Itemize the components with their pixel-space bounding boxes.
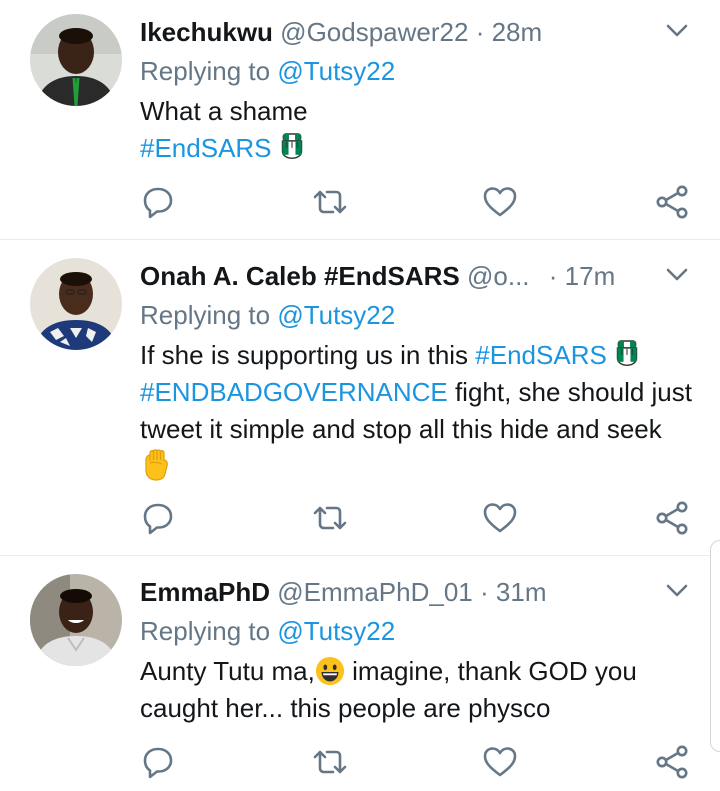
tweet-actions [0, 500, 720, 540]
reply-icon[interactable] [140, 744, 176, 780]
display-name[interactable]: Onah A. Caleb #EndSARS [140, 261, 460, 291]
retweet-icon[interactable] [312, 184, 348, 220]
hashtag-link[interactable]: #ENDBADGOVERNANCE [140, 377, 448, 407]
display-name[interactable]: EmmaPhD [140, 577, 270, 607]
reply-icon[interactable] [140, 184, 176, 220]
timestamp[interactable]: 17m [565, 261, 616, 291]
separator: · [548, 261, 558, 291]
replying-to: Replying to @Tutsy22 [140, 614, 395, 648]
share-icon[interactable] [654, 500, 690, 536]
replying-to: Replying to @Tutsy22 [140, 298, 395, 332]
replying-handle-link[interactable]: @Tutsy22 [277, 56, 395, 86]
user-handle[interactable]: @EmmaPhD_01 [277, 577, 472, 607]
tweet-text: Aunty Tutu ma, [140, 656, 315, 686]
separator: · [480, 577, 489, 607]
replying-label: Replying to [140, 300, 271, 330]
tweet-header: Ikechukwu @Godspawer22 · 28m [140, 14, 542, 50]
timestamp[interactable]: 28m [492, 17, 543, 47]
tweet-actions [0, 744, 720, 784]
tweet-body: Aunty Tutu ma, imagine, thank GOD you ca… [140, 653, 700, 727]
retweet-icon[interactable] [312, 744, 348, 780]
share-icon[interactable] [654, 744, 690, 780]
nigeria-fist-emoji [279, 131, 305, 163]
replying-label: Replying to [140, 56, 271, 86]
replying-to: Replying to @Tutsy22 [140, 54, 395, 88]
separator: · [475, 17, 485, 47]
share-icon[interactable] [654, 184, 690, 220]
raised-fist-emoji [140, 448, 172, 482]
replying-label: Replying to [140, 616, 271, 646]
chevron-down-icon[interactable] [664, 17, 690, 43]
scrollbar[interactable] [710, 540, 720, 752]
chevron-down-icon[interactable] [664, 577, 690, 603]
heart-icon[interactable] [482, 500, 518, 536]
tweet-3[interactable]: EmmaPhD @EmmaPhD_01 · 31m Replying to @T… [0, 556, 720, 791]
replying-handle-link[interactable]: @Tutsy22 [277, 300, 395, 330]
chevron-down-icon[interactable] [664, 261, 690, 287]
tweet-header: EmmaPhD @EmmaPhD_01 · 31m [140, 574, 546, 610]
display-name[interactable]: Ikechukwu [140, 17, 273, 47]
user-handle[interactable]: @o... [467, 261, 530, 291]
retweet-icon[interactable] [312, 500, 348, 536]
nigeria-fist-emoji [614, 338, 640, 370]
tweet-body: What a shame #EndSARS [140, 93, 700, 167]
user-handle[interactable]: @Godspawer22 [280, 17, 468, 47]
tweet-text: If she is supporting us in this [140, 340, 476, 370]
timestamp[interactable]: 31m [496, 577, 547, 607]
grinning-face-emoji [315, 656, 345, 686]
hashtag-link[interactable]: #EndSARS [140, 133, 272, 163]
heart-icon[interactable] [482, 184, 518, 220]
tweet-2[interactable]: Onah A. Caleb #EndSARS @o... · 17m Reply… [0, 240, 720, 554]
tweet-actions [0, 184, 720, 224]
tweet-text: What a shame [140, 96, 308, 126]
tweet-body: If she is supporting us in this #EndSARS… [140, 337, 700, 486]
replying-handle-link[interactable]: @Tutsy22 [277, 616, 395, 646]
hashtag-link[interactable]: #EndSARS [475, 340, 607, 370]
tweet-1[interactable]: Ikechukwu @Godspawer22 · 28m Replying to… [0, 0, 720, 238]
avatar[interactable] [30, 258, 122, 350]
avatar[interactable] [30, 574, 122, 666]
heart-icon[interactable] [482, 744, 518, 780]
avatar[interactable] [30, 14, 122, 106]
reply-icon[interactable] [140, 500, 176, 536]
tweet-header: Onah A. Caleb #EndSARS @o... · 17m [140, 258, 615, 294]
